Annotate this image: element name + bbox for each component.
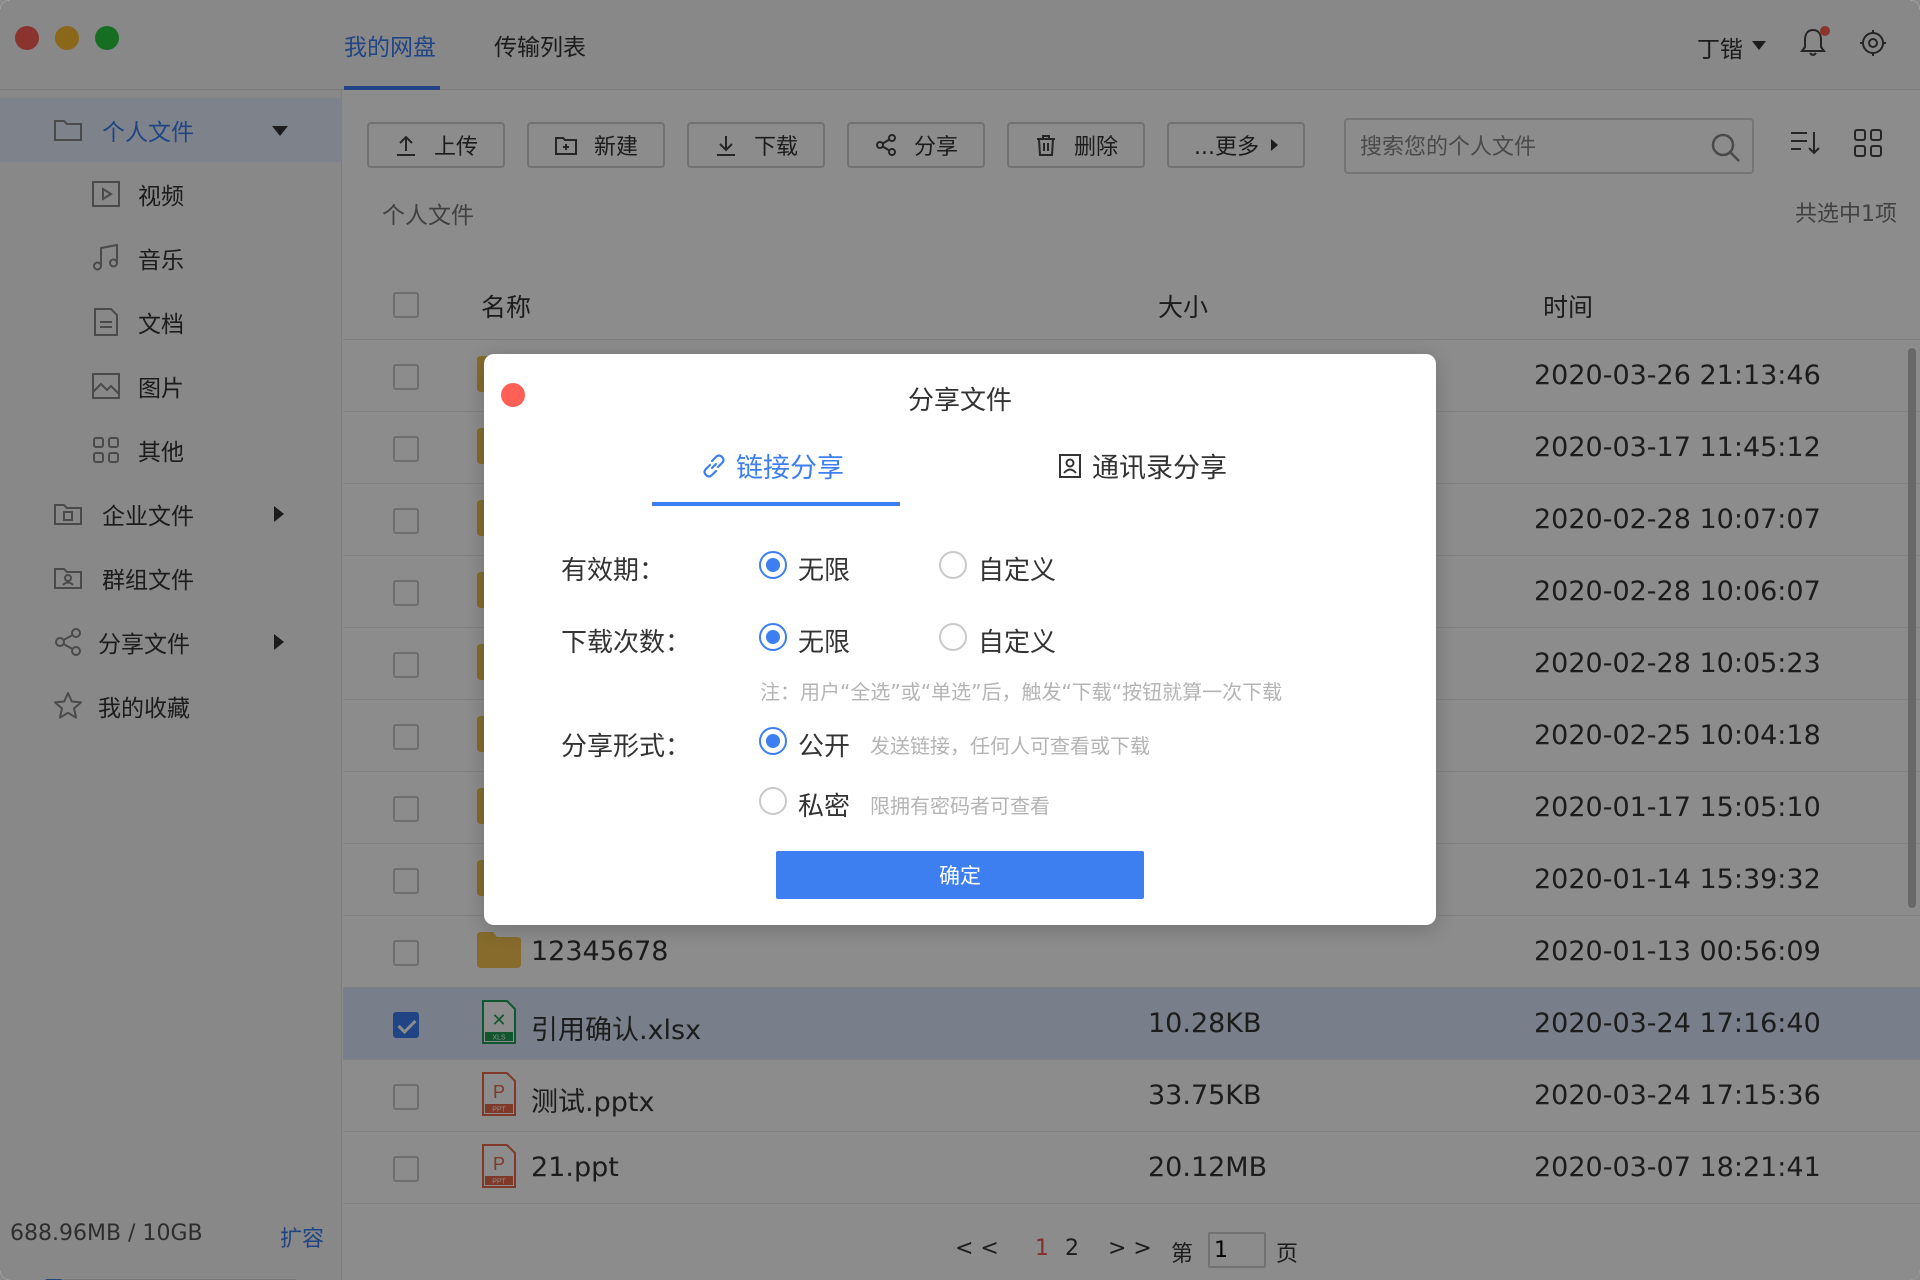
dialog-title: 分享文件 [907,386,1012,416]
download-note: 注：用户“全选”或“单选”后，触发“下载“按钮就算一次下载 [760,680,1283,704]
share-public-radio[interactable] [759,727,787,755]
download-custom-label[interactable]: 自定义 [978,622,1056,659]
dialog-active-tab-indicator [652,502,900,506]
validity-unlimited-label[interactable]: 无限 [798,550,850,587]
app-window: 我的网盘 传输列表 丁锴 个人文件 视频 音乐 文档 图片 其他 企业文件 群组… [0,0,1920,1280]
link-icon [703,453,725,478]
share-dialog: 分享文件 链接分享 通讯录分享 有效期： 无限 自定义 下载次数： 无限 自定义 [484,354,1436,925]
download-unlimited-label[interactable]: 无限 [798,622,850,659]
download-unlimited-radio[interactable] [759,623,787,651]
share-private-hint: 限拥有密码者可查看 [870,794,1050,818]
validity-custom-radio[interactable] [939,551,967,579]
tab-link-share[interactable]: 链接分享 [700,446,844,485]
tab-contacts-share[interactable]: 通讯录分享 [1056,446,1227,485]
share-public-hint: 发送链接，任何人可查看或下载 [870,734,1150,758]
contacts-icon [1059,453,1081,478]
confirm-button[interactable]: 确定 [776,851,1144,899]
validity-custom-label[interactable]: 自定义 [978,550,1056,587]
tab-contacts-share-label: 通讯录分享 [1092,453,1227,484]
tab-link-share-label: 链接分享 [736,453,844,484]
validity-unlimited-radio[interactable] [759,551,787,579]
validity-label: 有效期： [561,556,666,586]
download-custom-radio[interactable] [939,623,967,651]
share-form-label: 分享形式： [561,732,692,762]
download-count-label: 下载次数： [561,628,692,658]
share-public-label[interactable]: 公开 [798,726,850,763]
share-private-radio[interactable] [759,787,787,815]
share-private-label[interactable]: 私密 [798,786,850,823]
